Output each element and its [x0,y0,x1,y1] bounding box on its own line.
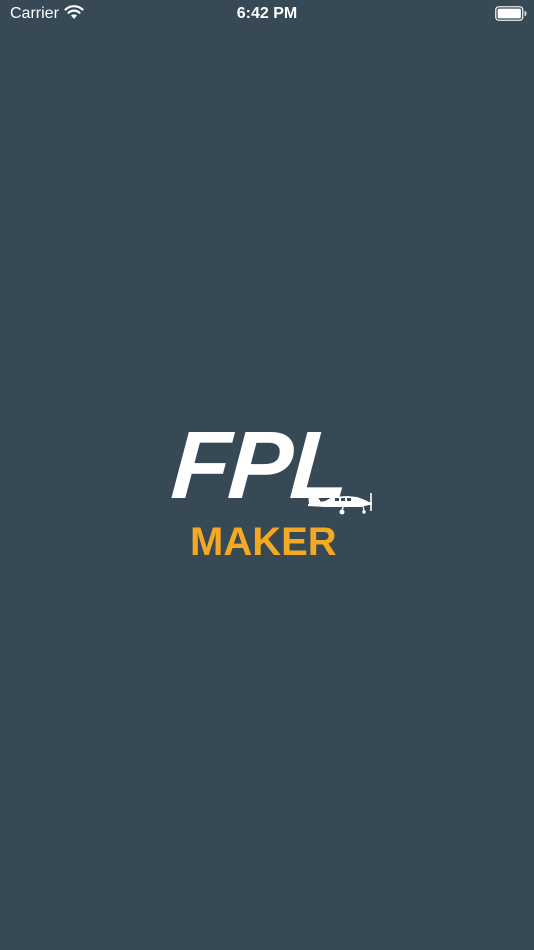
status-time: 6:42 PM [236,5,298,22]
airplane-icon [308,492,372,515]
logo-maker-text: MAKER [190,520,337,564]
status-bar: Carrier 6:42 PM [0,0,534,28]
app-logo: FPL MAKER [160,412,380,565]
battery-icon [495,6,527,21]
